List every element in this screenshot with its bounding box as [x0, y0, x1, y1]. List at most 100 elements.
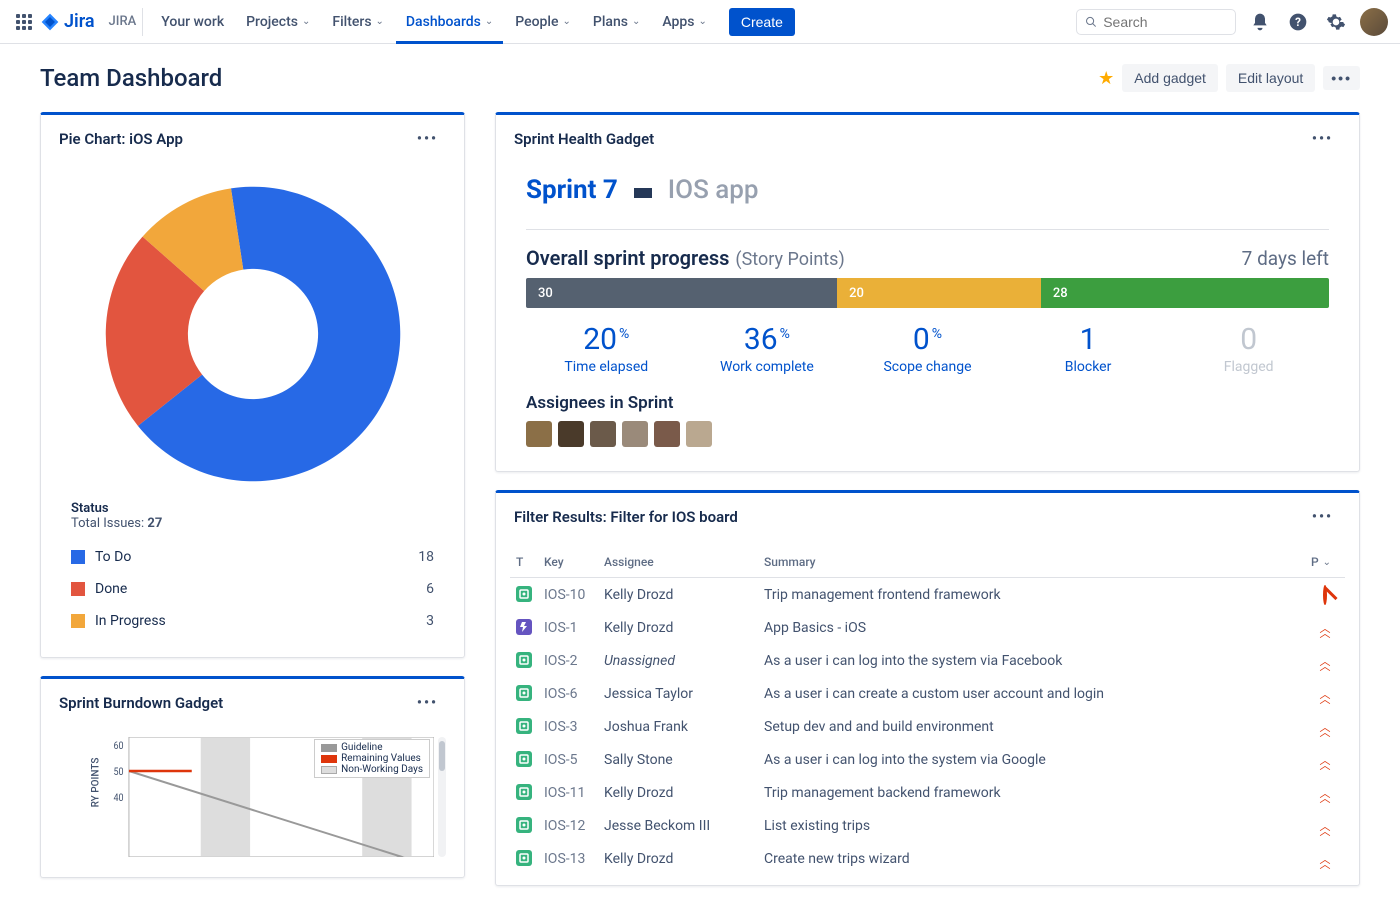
legend-row[interactable]: In Progress3 — [71, 605, 434, 637]
table-row[interactable]: IOS-11Kelly DrozdTrip management backend… — [510, 776, 1345, 809]
profile-avatar[interactable] — [1360, 8, 1388, 36]
more-actions-button[interactable]: ••• — [1323, 66, 1360, 90]
priority-highest-icon: ︿︿ — [1320, 824, 1331, 834]
table-row[interactable]: IOS-5Sally StoneAs a user i can log into… — [510, 743, 1345, 776]
star-icon[interactable]: ★ — [1098, 68, 1114, 89]
col-summary[interactable]: Summary — [758, 547, 1305, 578]
issue-key[interactable]: IOS-1 — [544, 620, 578, 636]
table-row[interactable]: IOS-6Jessica TaylorAs a user i can creat… — [510, 677, 1345, 710]
issue-key[interactable]: IOS-11 — [544, 785, 585, 801]
nav-item-plans[interactable]: Plans⌄ — [583, 0, 650, 44]
pie-gadget-more-icon[interactable]: ••• — [409, 127, 446, 151]
search-box[interactable] — [1076, 9, 1236, 35]
issue-assignee: Jessica Taylor — [598, 677, 758, 710]
priority-highest-icon: ︿︿ — [1320, 659, 1331, 669]
nav-items: Your workProjects⌄Filters⌄Dashboards⌄Peo… — [151, 0, 717, 44]
jira-logo-text: Jira — [64, 11, 95, 32]
issue-key[interactable]: IOS-10 — [544, 587, 585, 603]
assignee-avatar[interactable] — [590, 421, 616, 447]
col-priority[interactable]: P⌄ — [1305, 547, 1345, 578]
search-icon — [1085, 15, 1097, 29]
pie-chart — [71, 169, 434, 501]
edit-layout-button[interactable]: Edit layout — [1226, 64, 1315, 92]
chevron-down-icon: ⌄ — [485, 16, 493, 27]
filter-gadget-title: Filter Results: Filter for IOS board — [514, 508, 738, 526]
assignee-avatar[interactable] — [526, 421, 552, 447]
table-row[interactable]: IOS-10 Kelly DrozdTrip management fronten… — [510, 578, 1345, 612]
issue-assignee: Joshua Frank — [598, 710, 758, 743]
issue-key[interactable]: IOS-3 — [544, 719, 578, 735]
issue-assignee: Kelly Drozd — [598, 578, 758, 612]
issue-type-icon — [516, 817, 532, 833]
chevron-down-icon: ⌄ — [1323, 557, 1331, 568]
priority-highest-icon: ︿︿ — [1320, 692, 1331, 702]
progress-title: Overall sprint progress — [526, 246, 729, 270]
sprint-stat[interactable]: 36%Work complete — [687, 322, 848, 375]
search-input[interactable] — [1103, 14, 1227, 30]
table-row[interactable]: IOS-2UnassignedAs a user i can log into … — [510, 644, 1345, 677]
table-row[interactable]: IOS-12Jesse Beckom IIIList existing trip… — [510, 809, 1345, 842]
assignee-avatar[interactable] — [654, 421, 680, 447]
notifications-icon[interactable] — [1246, 8, 1274, 36]
issue-summary: App Basics - iOS — [758, 611, 1305, 644]
sprint-stat[interactable]: 1Blocker — [1008, 322, 1169, 375]
add-gadget-button[interactable]: Add gadget — [1122, 64, 1218, 92]
help-icon[interactable]: ? — [1284, 8, 1312, 36]
burndown-gadget-more-icon[interactable]: ••• — [409, 691, 446, 715]
table-row[interactable]: IOS-13Kelly DrozdCreate new trips wizard… — [510, 842, 1345, 875]
issue-type-icon — [516, 652, 532, 668]
burndown-chart: RY POINTS 60 50 40 Guideline — [111, 737, 434, 857]
col-assignee[interactable]: Assignee — [598, 547, 758, 578]
sprint-project-name: IOS app — [668, 175, 759, 205]
nav-item-projects[interactable]: Projects⌄ — [236, 0, 320, 44]
sprint-stat[interactable]: 0Flagged — [1168, 322, 1329, 375]
legend-swatch — [71, 582, 85, 596]
table-row[interactable]: IOS-1Kelly DrozdApp Basics - iOS︿︿ — [510, 611, 1345, 644]
jira-logo[interactable]: Jira — [40, 11, 95, 32]
create-button[interactable]: Create — [729, 8, 795, 36]
sprint-name[interactable]: Sprint 7 — [526, 175, 618, 205]
nav-item-your-work[interactable]: Your work — [151, 0, 234, 44]
page-header: Team Dashboard ★ Add gadget Edit layout … — [40, 64, 1360, 92]
nav-item-apps[interactable]: Apps⌄ — [652, 0, 717, 44]
assignees-title: Assignees in Sprint — [526, 393, 1329, 413]
sprint-health-gadget: Sprint Health Gadget ••• Sprint 7 IOS ap… — [495, 112, 1360, 472]
issue-summary: As a user i can log into the system via … — [758, 743, 1305, 776]
filter-results-gadget: Filter Results: Filter for IOS board •••… — [495, 490, 1360, 886]
sprint-stat[interactable]: 0%Scope change — [847, 322, 1008, 375]
issue-key[interactable]: IOS-13 — [544, 851, 585, 867]
nav-item-filters[interactable]: Filters⌄ — [322, 0, 394, 44]
sprint-gadget-title: Sprint Health Gadget — [514, 130, 654, 148]
sprint-stat[interactable]: 20%Time elapsed — [526, 322, 687, 375]
assignee-avatar[interactable] — [558, 421, 584, 447]
settings-icon[interactable] — [1322, 8, 1350, 36]
legend-label: To Do — [95, 549, 131, 565]
legend-label: Done — [95, 581, 127, 597]
app-switcher-icon[interactable] — [12, 10, 36, 34]
pie-total-issues: Total Issues: 27 — [71, 516, 434, 531]
legend-count: 18 — [418, 549, 434, 565]
svg-text:?: ? — [1295, 15, 1301, 29]
assignee-avatar[interactable] — [622, 421, 648, 447]
burndown-scrollbar[interactable] — [438, 737, 446, 857]
legend-row[interactable]: Done6 — [71, 573, 434, 605]
chevron-down-icon: ⌄ — [698, 16, 706, 27]
pie-gadget-title: Pie Chart: iOS App — [59, 130, 183, 148]
col-key[interactable]: Key — [538, 547, 598, 578]
issue-key[interactable]: IOS-5 — [544, 752, 578, 768]
issue-key[interactable]: IOS-6 — [544, 686, 578, 702]
sprint-gadget-more-icon[interactable]: ••• — [1304, 127, 1341, 151]
chevron-down-icon: ⌄ — [302, 16, 310, 27]
col-type[interactable]: T — [510, 547, 538, 578]
nav-item-dashboards[interactable]: Dashboards⌄ — [396, 0, 503, 44]
issue-key[interactable]: IOS-2 — [544, 653, 578, 669]
legend-row[interactable]: To Do 18 — [71, 541, 434, 573]
issue-key[interactable]: IOS-12 — [544, 818, 585, 834]
issue-assignee: Kelly Drozd — [598, 776, 758, 809]
table-row[interactable]: IOS-3Joshua FrankSetup dev and and build… — [510, 710, 1345, 743]
priority-highest-icon: ︿︿ — [1320, 758, 1331, 768]
assignee-avatar[interactable] — [686, 421, 712, 447]
nav-item-people[interactable]: People⌄ — [505, 0, 581, 44]
issue-summary: Trip management frontend framework — [758, 578, 1305, 612]
filter-gadget-more-icon[interactable]: ••• — [1304, 505, 1341, 529]
